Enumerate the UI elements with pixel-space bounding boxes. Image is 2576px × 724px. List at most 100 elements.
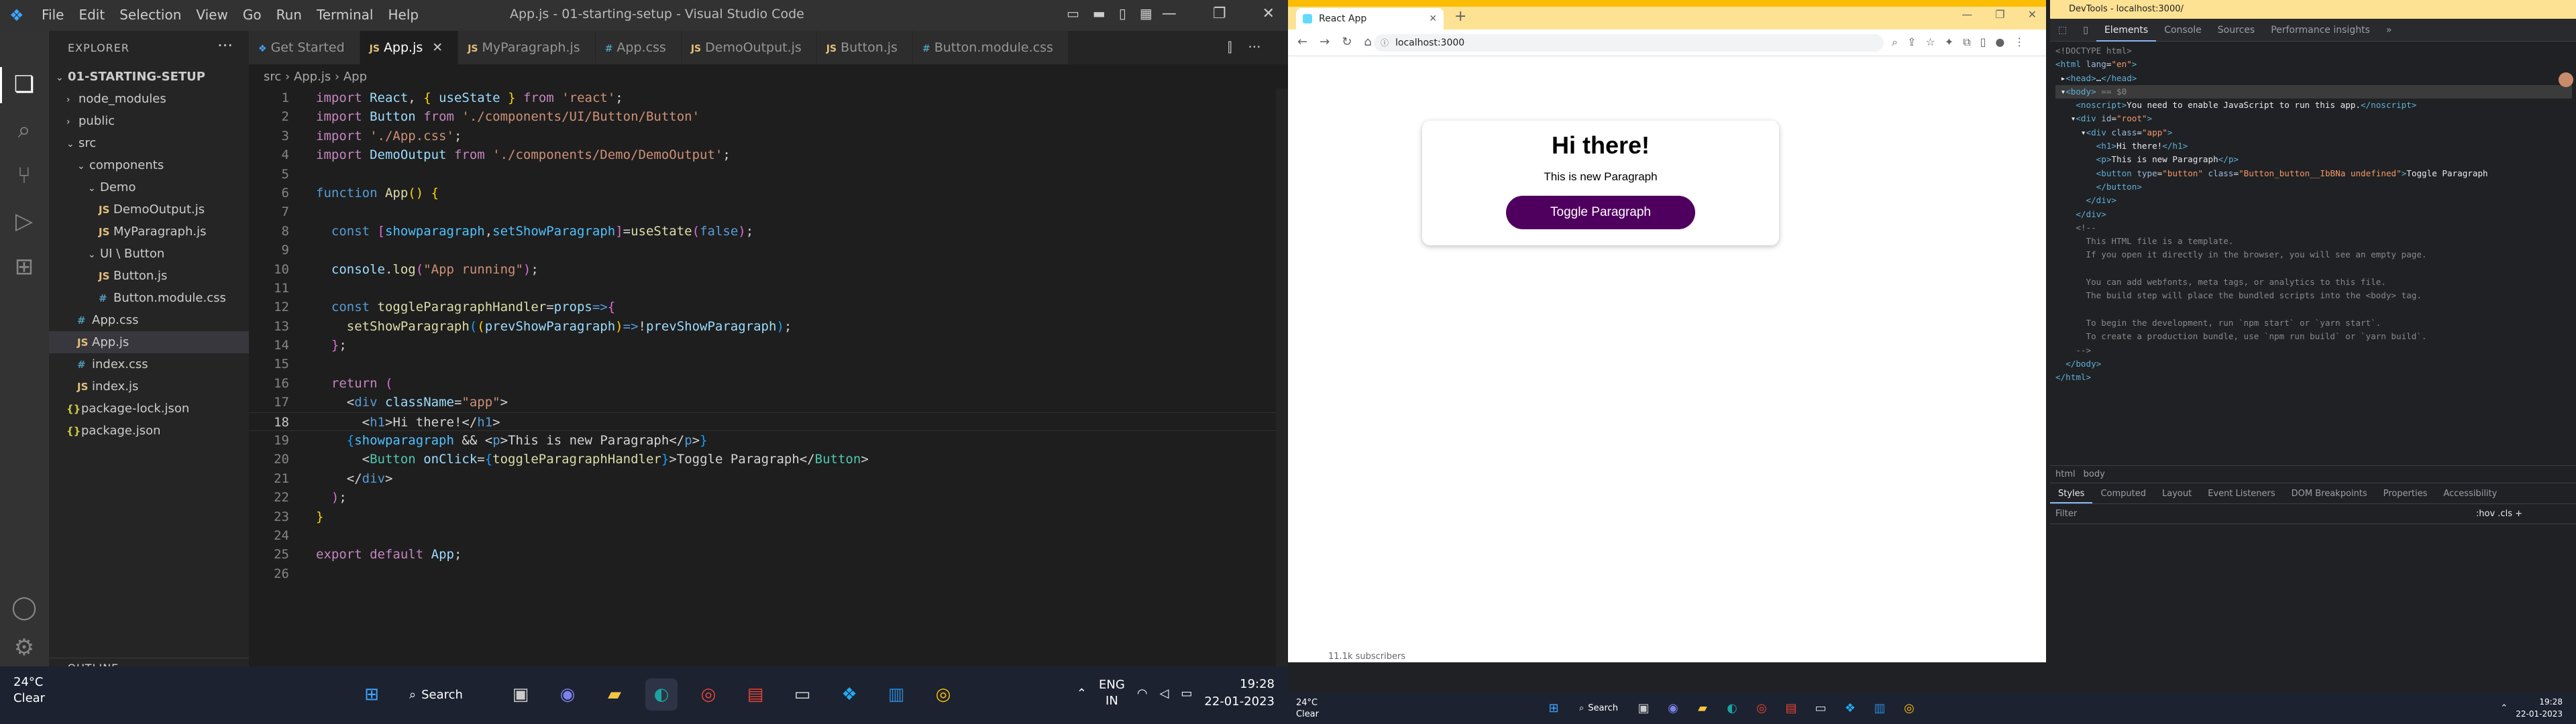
filter-tools[interactable]: :hov .cls + xyxy=(2476,504,2522,524)
close-tab-icon[interactable]: ✕ xyxy=(1429,8,1437,29)
wifi-icon[interactable]: ◠ xyxy=(1137,686,1148,701)
chrome-icon[interactable]: ◎ xyxy=(692,678,724,711)
forward-icon[interactable]: → xyxy=(1320,35,1330,49)
tree-item[interactable]: # App.css xyxy=(49,309,249,331)
split-editor-icon[interactable]: ⫿ xyxy=(1228,39,1232,55)
chrome-canary-icon[interactable]: ◎ xyxy=(927,678,959,711)
tree-item[interactable]: JS DemoOutput.js xyxy=(49,198,249,221)
pdf-icon[interactable]: ▤ xyxy=(739,678,771,711)
clock-2[interactable]: 19:28 22-01-2023 xyxy=(2516,696,2563,720)
notepad-icon[interactable]: ▥ xyxy=(880,678,912,711)
bookmark-star-icon[interactable]: ☆ xyxy=(1925,36,1935,49)
chat-icon-2[interactable]: ◉ xyxy=(1662,697,1684,719)
zoom-icon[interactable]: ⌕ xyxy=(1892,36,1898,49)
tree-item[interactable]: ⌄ src xyxy=(49,132,249,154)
chrome-maximize-button[interactable]: ❐ xyxy=(1995,8,2004,21)
chrome-canary-icon-2[interactable]: ◎ xyxy=(1898,697,1920,719)
taskbar-search-2[interactable]: ⌕ Search xyxy=(1572,697,1625,719)
toggle-secondary-sidebar-icon[interactable]: ▯ xyxy=(1119,5,1126,21)
tree-item[interactable]: ⌄ components xyxy=(49,154,249,176)
styles-subtab[interactable]: Styles xyxy=(2050,483,2093,503)
close-tab-icon[interactable]: ✕ xyxy=(432,40,443,55)
profile-avatar[interactable]: ● xyxy=(1995,36,2004,49)
task-view-icon[interactable]: ▣ xyxy=(504,678,537,711)
dom-tree[interactable]: <!DOCTYPE html> <html lang="en"> ▸<head>… xyxy=(2055,44,2572,384)
volume-icon[interactable]: ◁ xyxy=(1160,686,1169,701)
editor-tab[interactable]: # App.css xyxy=(595,31,682,64)
code-editor[interactable]: 1 import React, { useState } from 'react'… xyxy=(249,88,1288,666)
customize-layout-icon[interactable]: ▦ xyxy=(1140,5,1152,21)
styles-subtab[interactable]: Layout xyxy=(2154,483,2200,503)
minimize-button[interactable]: — xyxy=(1162,5,1177,22)
tree-item[interactable]: JS MyParagraph.js xyxy=(49,221,249,243)
devtools-tab[interactable]: Console xyxy=(2156,19,2210,42)
styles-subtab[interactable]: Computed xyxy=(2092,483,2154,503)
extension-icon[interactable]: ✦ xyxy=(1945,36,1953,49)
menu-edit[interactable]: Edit xyxy=(78,7,105,23)
edge-icon-2[interactable]: ◐ xyxy=(1721,697,1743,719)
chrome-menu-icon[interactable]: ⋮ xyxy=(2014,36,2025,49)
dom-crumb[interactable]: body xyxy=(2084,466,2105,483)
menu-view[interactable]: View xyxy=(196,7,227,23)
explorer-icon[interactable]: ❏ xyxy=(11,71,38,98)
account-icon[interactable]: ◯ xyxy=(11,594,38,621)
start-icon-2[interactable]: ⊞ xyxy=(1543,697,1564,719)
search-icon[interactable]: ⌕ xyxy=(11,117,38,143)
vscode-taskbar-icon[interactable]: ❖ xyxy=(833,678,865,711)
toggle-sidebar-icon[interactable]: ▭ xyxy=(1067,5,1079,21)
tree-item[interactable]: JS App.js xyxy=(49,331,249,353)
editor-tab[interactable]: ❖ Get Started xyxy=(249,31,360,64)
close-window-button[interactable]: ✕ xyxy=(1263,5,1275,22)
taskbar-search[interactable]: ⌕ Search xyxy=(402,678,490,711)
tree-item[interactable]: JS Button.js xyxy=(49,265,249,287)
devtools-tab[interactable]: Performance insights xyxy=(2263,19,2378,42)
vscode-icon-2[interactable]: ❖ xyxy=(1839,697,1861,719)
breadcrumb-item[interactable]: src xyxy=(264,70,281,84)
tree-item[interactable]: {}package.json xyxy=(49,420,249,442)
chevron-up-icon-2[interactable]: ⌃ xyxy=(2500,703,2508,713)
weather-widget-2[interactable]: 24°C Clear xyxy=(1296,697,1319,720)
file-explorer-icon[interactable]: ▰ xyxy=(598,678,631,711)
battery-icon[interactable]: ▭ xyxy=(1181,686,1192,701)
devtools-tab[interactable]: Sources xyxy=(2210,19,2263,42)
tree-item[interactable]: ⌄ UI \ Button xyxy=(49,243,249,265)
toggle-panel-icon[interactable]: ▬ xyxy=(1093,5,1106,21)
tree-item[interactable]: JS index.js xyxy=(49,375,249,398)
reload-icon[interactable]: ↻ xyxy=(1342,35,1352,49)
manage-gear-icon[interactable]: ⚙ xyxy=(11,634,38,661)
editor-tab[interactable]: JS App.js ✕ xyxy=(360,31,459,64)
editor-tab[interactable]: JS DemoOutput.js xyxy=(681,31,817,64)
tree-item[interactable]: › node_modules xyxy=(49,88,249,110)
start-icon[interactable]: ⊞ xyxy=(356,678,388,711)
tree-item[interactable]: # Button.module.css xyxy=(49,287,249,309)
source-control-icon[interactable]: ⑂ xyxy=(11,162,38,189)
styles-subtab[interactable]: Accessibility xyxy=(2435,483,2505,503)
task-view-icon-2[interactable]: ▣ xyxy=(1633,697,1654,719)
menu-go[interactable]: Go xyxy=(243,7,262,23)
styles-filter[interactable]: Filter :hov .cls + xyxy=(2050,504,2576,524)
dom-crumb[interactable]: html xyxy=(2055,466,2076,483)
notepad-icon-2[interactable]: ▥ xyxy=(1869,697,1890,719)
extensions-icon[interactable]: ⊞ xyxy=(11,253,38,280)
chrome-minimize-button[interactable]: — xyxy=(1962,8,1972,21)
styles-subtab[interactable]: Event Listeners xyxy=(2200,483,2283,503)
more-actions-icon[interactable]: ··· xyxy=(217,36,233,55)
menu-file[interactable]: File xyxy=(42,7,64,23)
menu-run[interactable]: Run xyxy=(276,7,302,23)
menu-help[interactable]: Help xyxy=(388,7,419,23)
tree-item[interactable]: ⌄ Demo xyxy=(49,176,249,198)
styles-subtab[interactable]: Properties xyxy=(2375,483,2436,503)
pdf-icon-2[interactable]: ▤ xyxy=(1780,697,1802,719)
styles-subtab[interactable]: DOM Breakpoints xyxy=(2284,483,2375,503)
chrome-close-button[interactable]: ✕ xyxy=(2028,8,2037,21)
inspect-icon[interactable]: ⬚ xyxy=(2050,19,2075,42)
share-icon[interactable]: ⇪ xyxy=(1907,36,1916,49)
sidepanel-icon[interactable]: ▯ xyxy=(1980,36,1986,49)
breadcrumb-item[interactable]: App.js xyxy=(294,70,331,84)
address-bar[interactable]: ⓘ localhost:3000 xyxy=(1374,34,1884,52)
breadcrumb-item[interactable]: App xyxy=(343,70,367,84)
clock[interactable]: 19:28 22-01-2023 xyxy=(1204,676,1275,711)
maximize-button[interactable]: ❐ xyxy=(1213,5,1226,22)
chrome-icon-2[interactable]: ◎ xyxy=(1751,697,1772,719)
menu-terminal[interactable]: Terminal xyxy=(317,7,374,23)
